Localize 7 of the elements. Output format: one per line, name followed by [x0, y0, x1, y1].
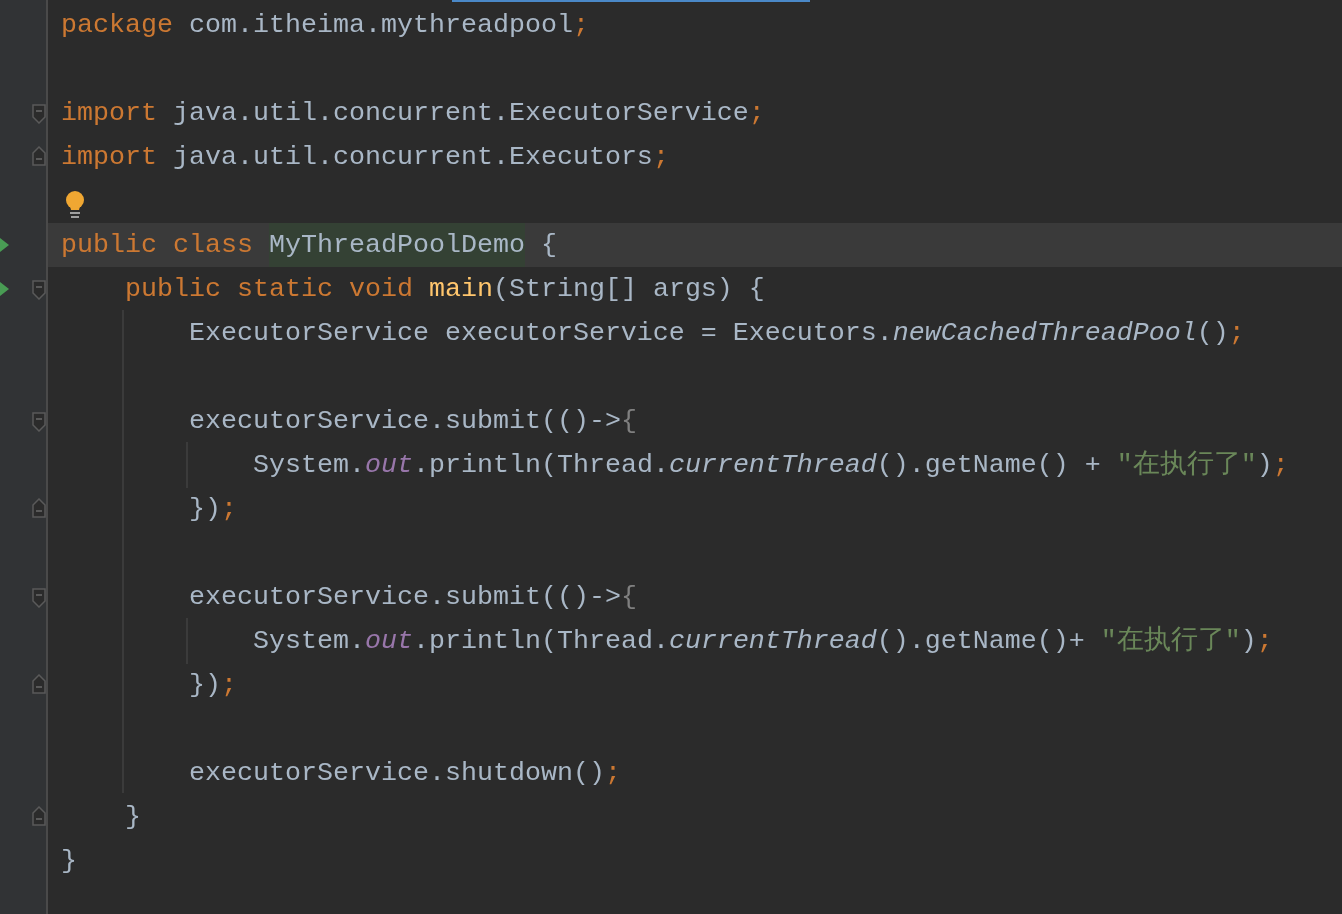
fold-marker-icon[interactable]: [32, 280, 46, 300]
fold-marker-icon[interactable]: [32, 588, 46, 608]
fold-marker-icon[interactable]: [32, 412, 46, 432]
lightbulb-icon[interactable]: [64, 191, 86, 219]
fold-marker-icon[interactable]: [32, 104, 46, 124]
run-icon[interactable]: [0, 282, 9, 296]
run-icon[interactable]: [0, 238, 9, 252]
